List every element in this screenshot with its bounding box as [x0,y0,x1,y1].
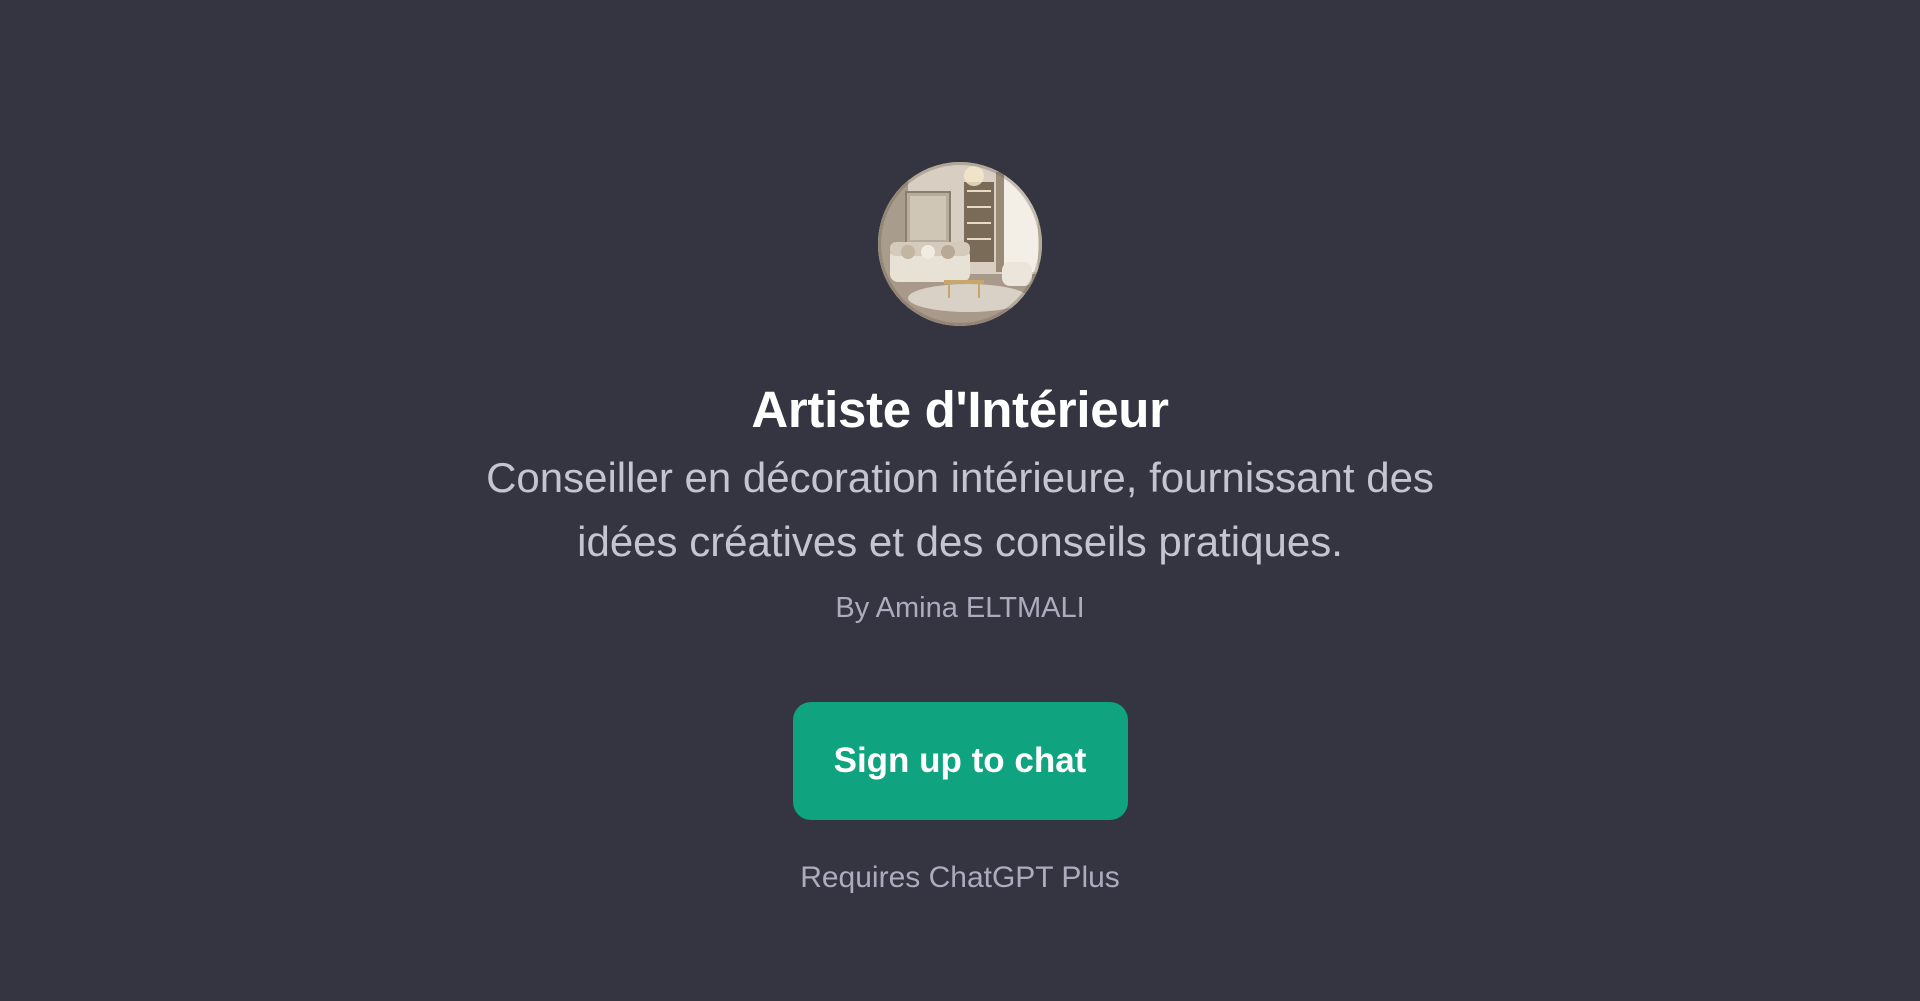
gpt-avatar [878,162,1042,326]
interior-living-room-image [878,162,1042,326]
gpt-author: By Amina ELTMALI [835,592,1085,624]
sign-up-to-chat-button[interactable]: Sign up to chat [792,702,1128,820]
requires-plus-note: Requires ChatGPT Plus [800,861,1120,894]
gpt-title: Artiste d'Intérieur [751,381,1169,438]
gpt-landing-page: Artiste d'Intérieur Conseiller en décora… [0,0,1920,1001]
gpt-description: Conseiller en décoration intérieure, fou… [486,454,1434,565]
